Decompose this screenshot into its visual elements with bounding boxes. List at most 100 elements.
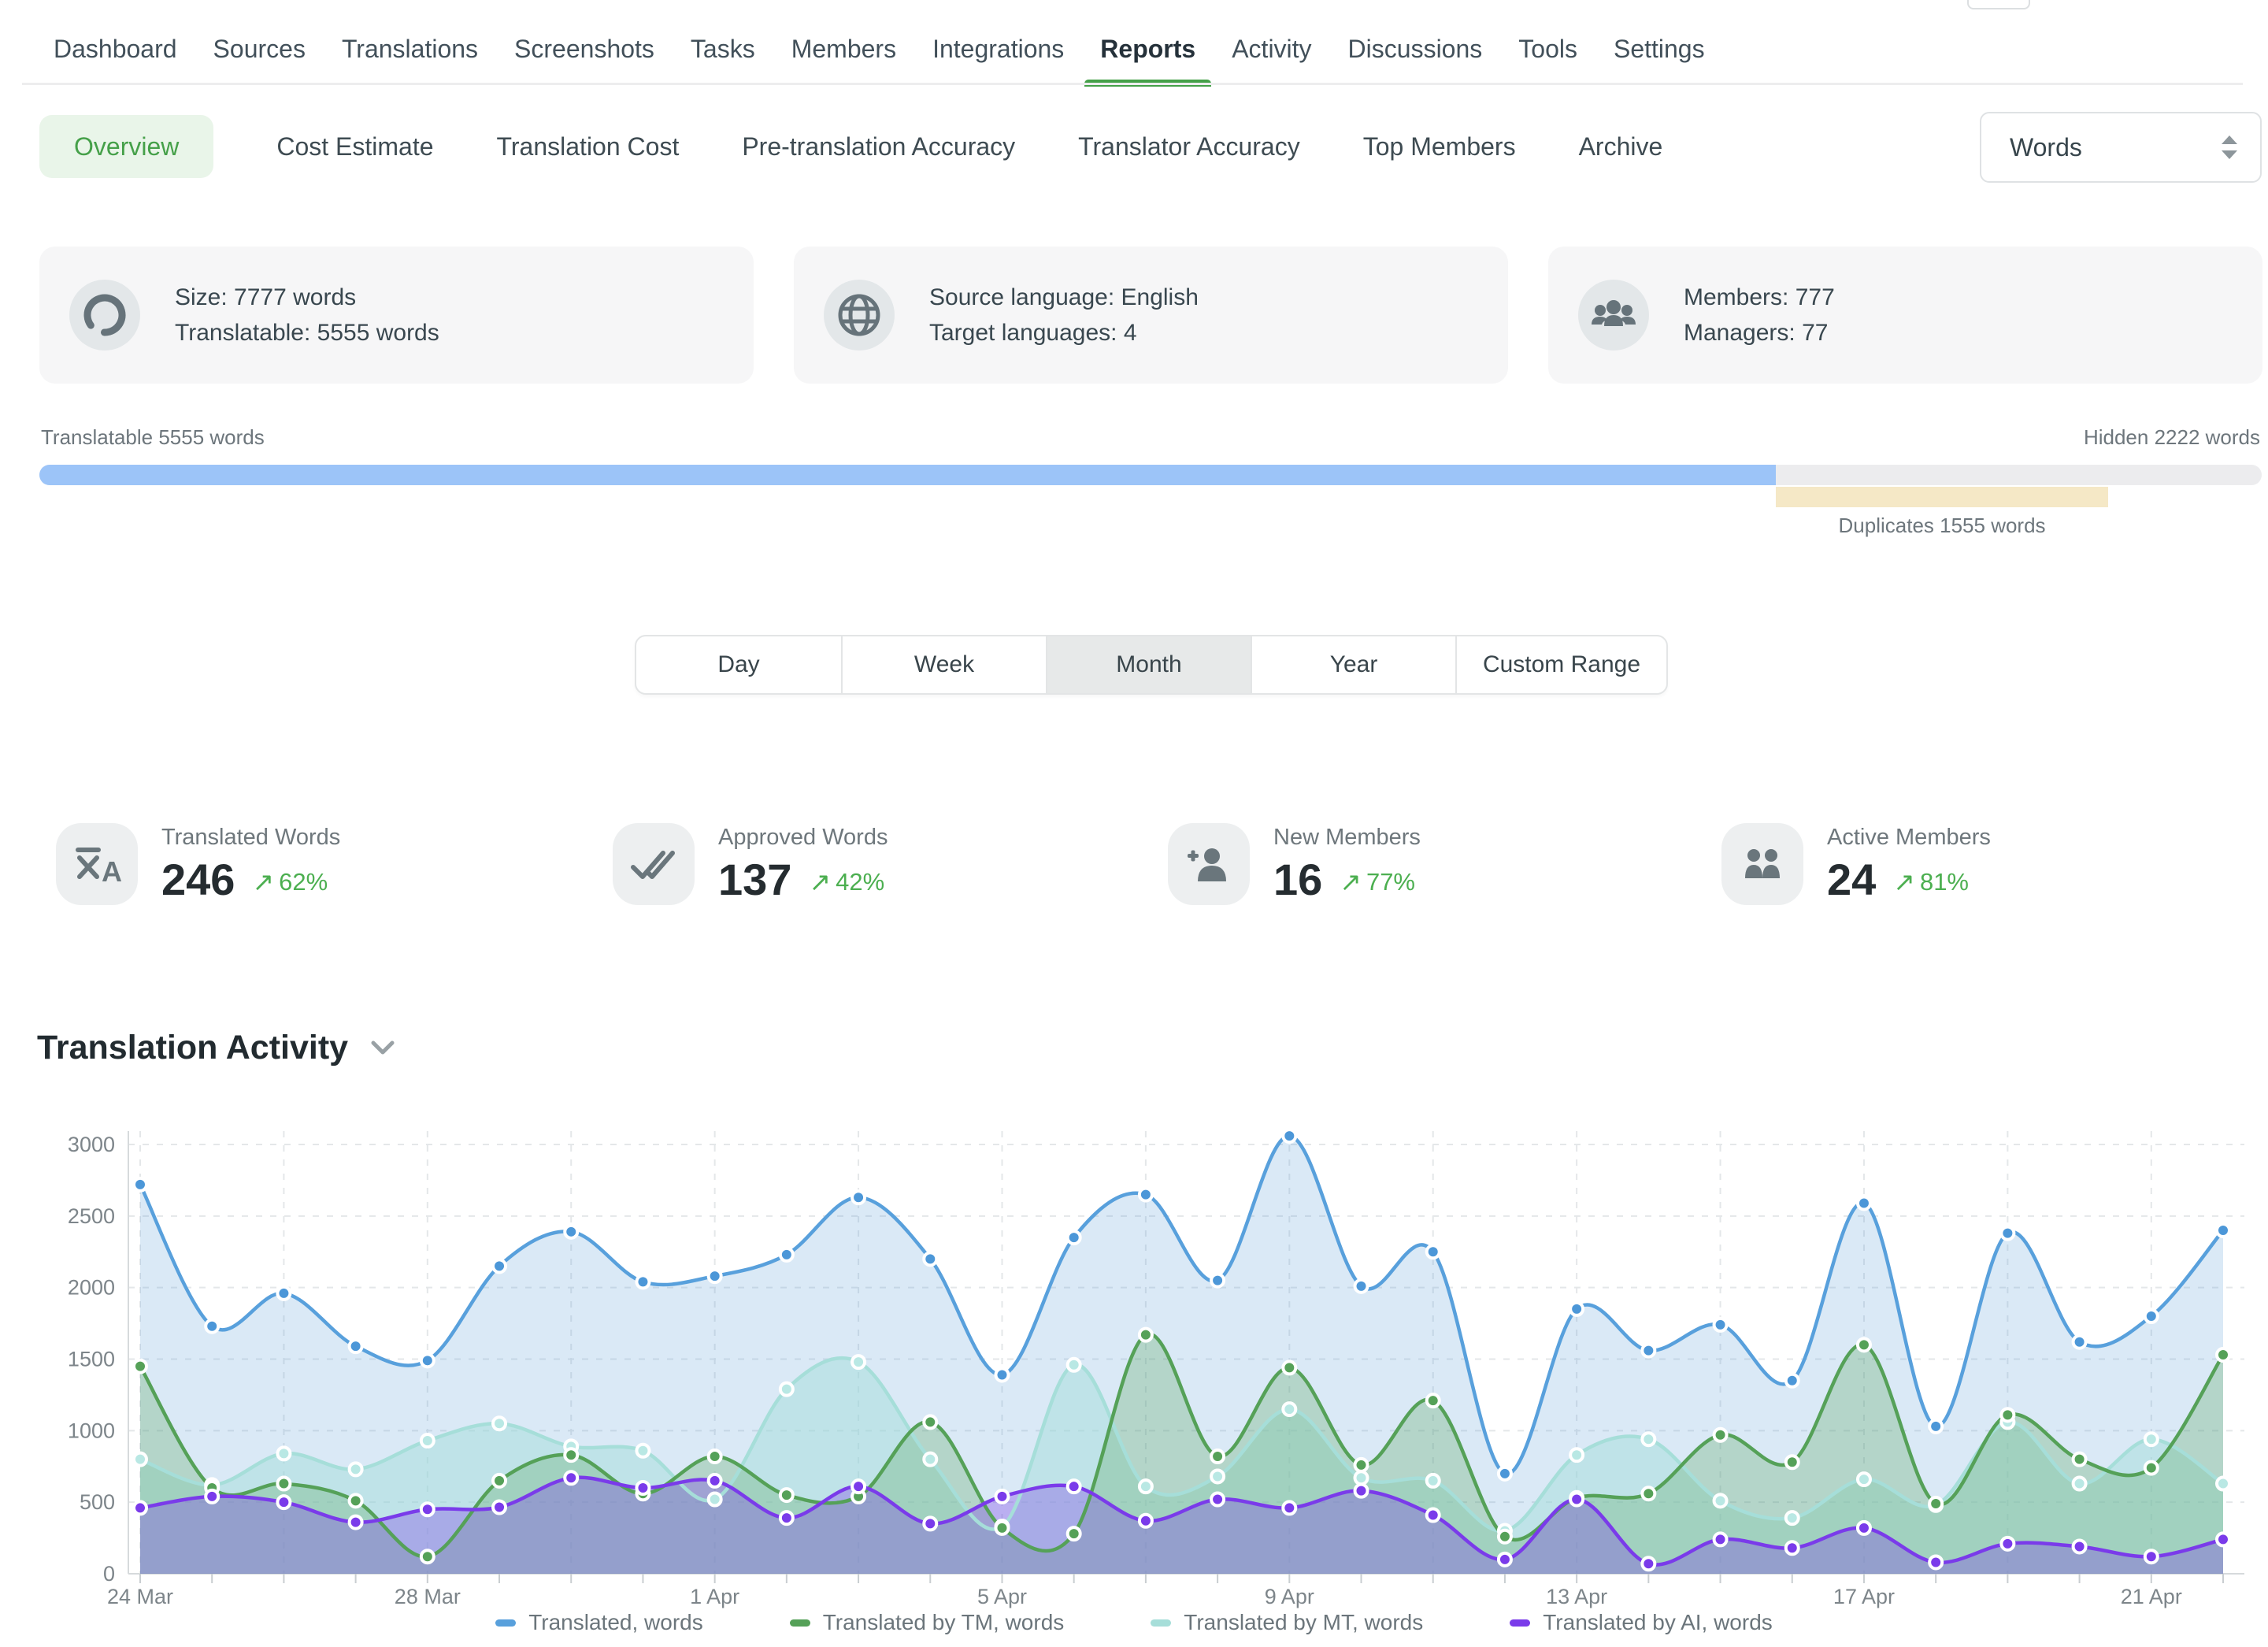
svg-text:13 Apr: 13 Apr — [1546, 1585, 1607, 1608]
translatable-progress-bar — [39, 465, 1776, 485]
nav-translations[interactable]: Translations — [342, 35, 478, 64]
legend-marker — [790, 1619, 810, 1627]
members-card: Members: 777 Managers: 77 — [1548, 247, 2262, 384]
svg-text:28 Mar: 28 Mar — [395, 1585, 461, 1608]
svg-text:1500: 1500 — [68, 1348, 115, 1371]
globe-icon — [824, 280, 895, 351]
nav-tasks[interactable]: Tasks — [691, 35, 755, 64]
clipped-top-element — [1967, 0, 2030, 9]
duplicates-bar — [1776, 487, 2108, 507]
nav-activity[interactable]: Activity — [1232, 35, 1311, 64]
tab-cost-estimate[interactable]: Cost Estimate — [276, 132, 433, 161]
units-select-value: Words — [2010, 133, 2082, 162]
nav-sources[interactable]: Sources — [213, 35, 306, 64]
up-right-arrow-icon: ↗ — [252, 866, 274, 897]
svg-text:2000: 2000 — [68, 1276, 115, 1300]
project-navigation: Dashboard Sources Translations Screensho… — [54, 35, 1705, 64]
stat-label: Active Members — [1827, 825, 1991, 851]
header-divider — [22, 83, 2243, 85]
chevron-down-icon[interactable] — [370, 1040, 395, 1057]
tab-pretranslation-accuracy[interactable]: Pre-translation Accuracy — [742, 132, 1015, 161]
svg-text:21 Apr: 21 Apr — [2121, 1585, 2182, 1608]
tab-translator-accuracy[interactable]: Translator Accuracy — [1078, 132, 1300, 161]
legend-item-1[interactable]: Translated by TM, words — [790, 1610, 1065, 1635]
chart-title-row: Translation Activity — [37, 1029, 395, 1067]
new-members-stat: New Members 16 ↗77% — [1168, 823, 1421, 905]
stat-value: 16 — [1273, 857, 1322, 903]
range-tab-custom-range[interactable]: Custom Range — [1455, 636, 1666, 693]
legend-label: Translated by AI, words — [1543, 1610, 1773, 1635]
nav-members[interactable]: Members — [791, 35, 896, 64]
stat-label: Approved Words — [718, 825, 888, 851]
size-line: Size: 7777 words — [175, 280, 439, 315]
up-right-arrow-icon: ↗ — [809, 866, 831, 897]
chart-legend: Translated, words Translated by TM, words… — [0, 1610, 2268, 1635]
stat-label: Translated Words — [161, 825, 340, 851]
project-info-cards: Size: 7777 words Translatable: 5555 word… — [39, 247, 2262, 384]
stat-delta: ↗77% — [1340, 866, 1415, 897]
nav-screenshots[interactable]: Screenshots — [514, 35, 654, 64]
svg-text:3000: 3000 — [68, 1133, 115, 1156]
hidden-words-label: Hidden 2222 words — [2084, 425, 2260, 450]
chart-title: Translation Activity — [37, 1029, 348, 1067]
select-arrows-icon — [2219, 132, 2240, 162]
duplicates-label: Duplicates 1555 words — [1697, 514, 2187, 538]
tab-translation-cost[interactable]: Translation Cost — [497, 132, 680, 161]
stat-delta: ↗81% — [1893, 866, 1969, 897]
size-card: Size: 7777 words Translatable: 5555 word… — [39, 247, 754, 384]
progress-ring-icon — [69, 280, 140, 351]
stat-value: 24 — [1827, 857, 1876, 903]
legend-item-0[interactable]: Translated, words — [495, 1610, 703, 1635]
tab-top-members[interactable]: Top Members — [1363, 132, 1516, 161]
reports-overview-page: Dashboard Sources Translations Screensho… — [0, 0, 2268, 1647]
nav-tools[interactable]: Tools — [1518, 35, 1577, 64]
approved-words-stat: Approved Words 137 ↗42% — [613, 823, 888, 905]
range-tab-month[interactable]: Month — [1046, 636, 1251, 693]
range-tab-year[interactable]: Year — [1251, 636, 1455, 693]
translate-icon: A — [56, 823, 138, 905]
nav-dashboard[interactable]: Dashboard — [54, 35, 177, 64]
nav-settings[interactable]: Settings — [1614, 35, 1705, 64]
svg-text:A: A — [102, 855, 122, 888]
units-select[interactable]: Words — [1980, 112, 2262, 183]
active-members-stat: Active Members 24 ↗81% — [1721, 823, 1991, 905]
members-line: Members: 777 — [1684, 280, 1835, 315]
tab-overview[interactable]: Overview — [39, 115, 213, 178]
stat-label: New Members — [1273, 825, 1421, 851]
nav-discussions[interactable]: Discussions — [1348, 35, 1483, 64]
translation-activity-chart[interactable]: 05001000150020002500300024 Mar28 Mar1 Ap… — [0, 1087, 2268, 1647]
range-tab-day[interactable]: Day — [636, 636, 841, 693]
stat-value: 246 — [161, 857, 235, 903]
range-tab-week[interactable]: Week — [841, 636, 1046, 693]
stat-delta: ↗62% — [252, 866, 328, 897]
up-right-arrow-icon: ↗ — [1893, 866, 1915, 897]
svg-text:5 Apr: 5 Apr — [977, 1585, 1027, 1608]
svg-text:24 Mar: 24 Mar — [107, 1585, 173, 1608]
svg-text:1 Apr: 1 Apr — [690, 1585, 739, 1608]
svg-text:500: 500 — [80, 1490, 115, 1514]
svg-text:1000: 1000 — [68, 1419, 115, 1442]
nav-integrations[interactable]: Integrations — [932, 35, 1064, 64]
legend-marker — [1510, 1619, 1530, 1627]
translated-words-stat: A Translated Words 246 ↗62% — [56, 823, 340, 905]
tab-archive[interactable]: Archive — [1579, 132, 1663, 161]
svg-text:17 Apr: 17 Apr — [1833, 1585, 1895, 1608]
nav-reports-active[interactable]: Reports — [1100, 35, 1195, 64]
date-range-tabs: Day Week Month Year Custom Range — [635, 635, 1668, 695]
up-right-arrow-icon: ↗ — [1340, 866, 1362, 897]
legend-label: Translated by MT, words — [1184, 1610, 1423, 1635]
legend-label: Translated by TM, words — [823, 1610, 1065, 1635]
languages-card: Source language: English Target language… — [794, 247, 1508, 384]
managers-line: Managers: 77 — [1684, 315, 1835, 351]
translatable-words-label: Translatable 5555 words — [41, 425, 265, 450]
reports-subnav: Overview Cost Estimate Translation Cost … — [39, 115, 1662, 178]
members-icon — [1578, 280, 1649, 351]
svg-text:2500: 2500 — [68, 1204, 115, 1228]
legend-marker — [495, 1619, 516, 1627]
stat-value: 137 — [718, 857, 791, 903]
stat-delta: ↗42% — [809, 866, 884, 897]
svg-text:9 Apr: 9 Apr — [1265, 1585, 1314, 1608]
legend-item-2[interactable]: Translated by MT, words — [1151, 1610, 1423, 1635]
legend-item-3[interactable]: Translated by AI, words — [1510, 1610, 1773, 1635]
legend-marker — [1151, 1619, 1171, 1627]
